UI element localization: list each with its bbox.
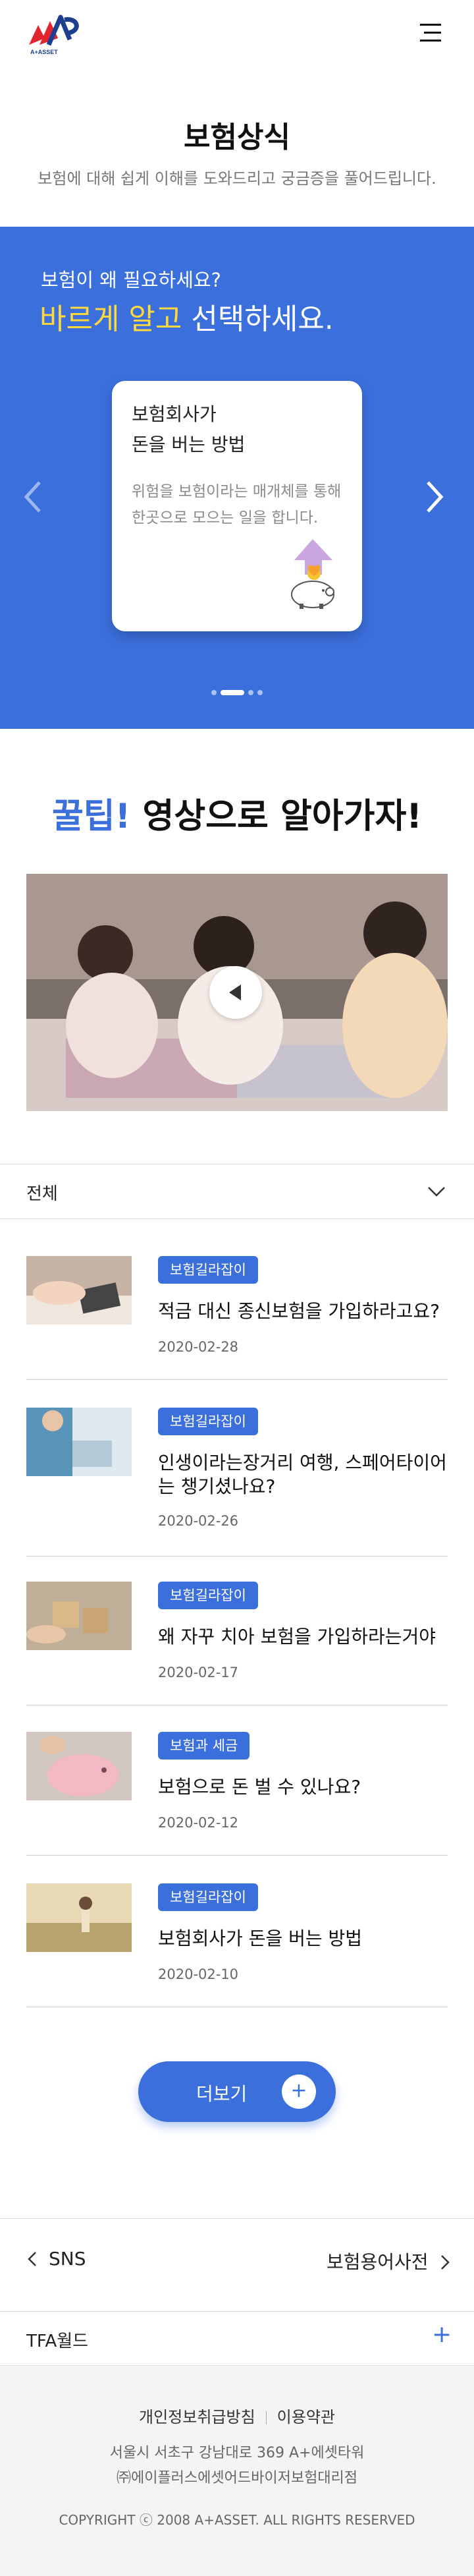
article-date: 2020-02-28 (158, 1339, 239, 1355)
article-thumbnail (26, 1408, 132, 1476)
footer-nav-row: SNS 보험용어사전 (0, 2218, 474, 2312)
footer-address-line: 서울시 서초구 강남대로 369 A+에셋타워 (109, 2445, 365, 2461)
hero-headline-rest: 선택하세요. (182, 302, 334, 336)
load-more-button[interactable]: 더보기 + (138, 2061, 336, 2122)
header: A+ASSET (0, 0, 474, 72)
carousel-prev-arrow-icon[interactable] (20, 477, 46, 517)
footer: 개인정보취급방침 이용약관 서울시 서초구 강남대로 369 A+에셋타워 ㈜에이… (0, 2366, 474, 2576)
article-date: 2020-02-12 (158, 1815, 239, 1831)
hero-headline: 바르게 알고 선택하세요. (40, 295, 334, 337)
plus-icon: + (282, 2075, 316, 2109)
card-title: 보험회사가 돈을 버는 방법 (132, 399, 245, 460)
carousel-dot[interactable] (248, 689, 253, 695)
card-title-line2: 돈을 버는 방법 (132, 434, 246, 455)
article-date: 2020-02-17 (158, 1665, 239, 1680)
filter-selected-value: 전체 (26, 1184, 58, 1204)
article-thumbnail (26, 1883, 132, 1952)
article-item[interactable]: 보험길라잡이 적금 대신 종신보험을 가입하라고요? 2020-02-28 (26, 1256, 448, 1380)
article-title: 보험으로 돈 벌 수 있나요? (158, 1776, 361, 1798)
tfa-world-label: TFA월드 (26, 2332, 89, 2351)
video-section-heading: 꿀팁! 영상으로 알아가자! (0, 788, 474, 838)
video-player[interactable] (26, 874, 448, 1111)
article-thumbnail (26, 1732, 132, 1800)
carousel-dots (0, 685, 474, 698)
carousel-dot[interactable] (257, 689, 263, 695)
play-button[interactable] (209, 966, 262, 1019)
article-thumbnail (26, 1582, 132, 1650)
logo[interactable]: A+ASSET (26, 11, 86, 57)
article-thumbnail (26, 1256, 132, 1325)
plus-icon: + (432, 2321, 452, 2348)
footer-links: 개인정보취급방침 이용약관 (0, 2404, 474, 2427)
privacy-policy-link[interactable]: 개인정보취급방침 (139, 2408, 255, 2426)
chevron-right-icon (440, 2255, 450, 2270)
category-filter-select[interactable]: 전체 (0, 1164, 474, 1219)
sns-label: SNS (49, 2248, 86, 2270)
sns-link[interactable]: SNS (26, 2248, 86, 2270)
tip-heading-rest: 영상으로 알아가자! (130, 797, 423, 836)
chevron-down-icon (428, 1187, 445, 1197)
article-title: 왜 자꾸 치아 보험을 가입하라는거야 (158, 1626, 436, 1647)
footer-address: 서울시 서초구 강남대로 369 A+에셋타워 ㈜에이플러스에셋어드바이저보험대… (0, 2441, 474, 2491)
article-title: 보험회사가 돈을 버는 방법 (158, 1928, 363, 1949)
article-item[interactable]: 보험길라잡이 보험회사가 돈을 버는 방법 2020-02-10 (26, 1883, 448, 2007)
article-tag: 보험길라잡이 (158, 1582, 258, 1609)
chevron-left-icon (28, 2252, 36, 2266)
dictionary-link[interactable]: 보험용어사전 (327, 2248, 451, 2274)
article-tag: 보험길라잡이 (158, 1256, 258, 1284)
article-date: 2020-02-26 (158, 1513, 239, 1529)
page-subtitle: 보험에 대해 쉽게 이해를 도와드리고 궁금증을 풀어드립니다. (38, 169, 436, 188)
tip-heading-blue: 꿀팁! (51, 797, 131, 836)
carousel-dot-active[interactable] (221, 689, 244, 695)
logo-text: A+ASSET (30, 49, 58, 55)
footer-divider (265, 2411, 267, 2424)
footer-company-name: ㈜에이플러스에셋어드바이저보험대리점 (116, 2470, 358, 2486)
carousel-card[interactable]: 보험회사가 돈을 버는 방법 위험을 보험이라는 매개체를 통해 한곳으로 모으… (112, 381, 362, 631)
load-more-label: 더보기 (196, 2083, 248, 2105)
article-tag: 보험과 세금 (158, 1732, 250, 1760)
tfa-world-accordion[interactable]: TFA월드 + (0, 2312, 474, 2366)
hamburger-menu-icon[interactable] (417, 20, 444, 46)
terms-link[interactable]: 이용약관 (277, 2408, 335, 2426)
article-date: 2020-02-10 (158, 1966, 239, 1982)
carousel-dot[interactable] (211, 689, 217, 695)
article-title: 인생이라는장거리 여행, 스페어타이어는 챙기셨나요? (158, 1452, 447, 1497)
article-item[interactable]: 보험과 세금 보험으로 돈 벌 수 있나요? 2020-02-12 (26, 1732, 448, 1856)
play-icon (229, 985, 241, 1000)
hero-headline-highlight: 바르게 알고 (40, 302, 182, 336)
footer-copyright: COPYRIGHT ⓒ 2008 A+ASSET. ALL RIGHTS RES… (59, 2512, 415, 2528)
article-title: 적금 대신 종신보험을 가입하라고요? (158, 1300, 440, 1322)
hero-banner: 보험이 왜 필요하세요? 바르게 알고 선택하세요. 보험회사가 돈을 버는 방… (0, 227, 474, 729)
article-item[interactable]: 보험길라잡이 인생이라는장거리 여행, 스페어타이어는 챙기셨나요? 2020-… (26, 1408, 448, 1557)
page-title: 보험상식 (184, 121, 290, 154)
card-title-line1: 보험회사가 (132, 403, 217, 425)
article-tag: 보험길라잡이 (158, 1408, 258, 1435)
dictionary-label: 보험용어사전 (327, 2251, 429, 2273)
piggy-bank-icon (291, 539, 334, 609)
card-description: 위험을 보험이라는 매개체를 통해 한곳으로 모으는 일을 합니다. (132, 483, 342, 527)
hero-question: 보험이 왜 필요하세요? (41, 269, 221, 291)
article-item[interactable]: 보험길라잡이 왜 자꾸 치아 보험을 가입하라는거야 2020-02-17 (26, 1582, 448, 1705)
carousel-next-arrow-icon[interactable] (421, 477, 448, 517)
article-tag: 보험길라잡이 (158, 1883, 258, 1911)
